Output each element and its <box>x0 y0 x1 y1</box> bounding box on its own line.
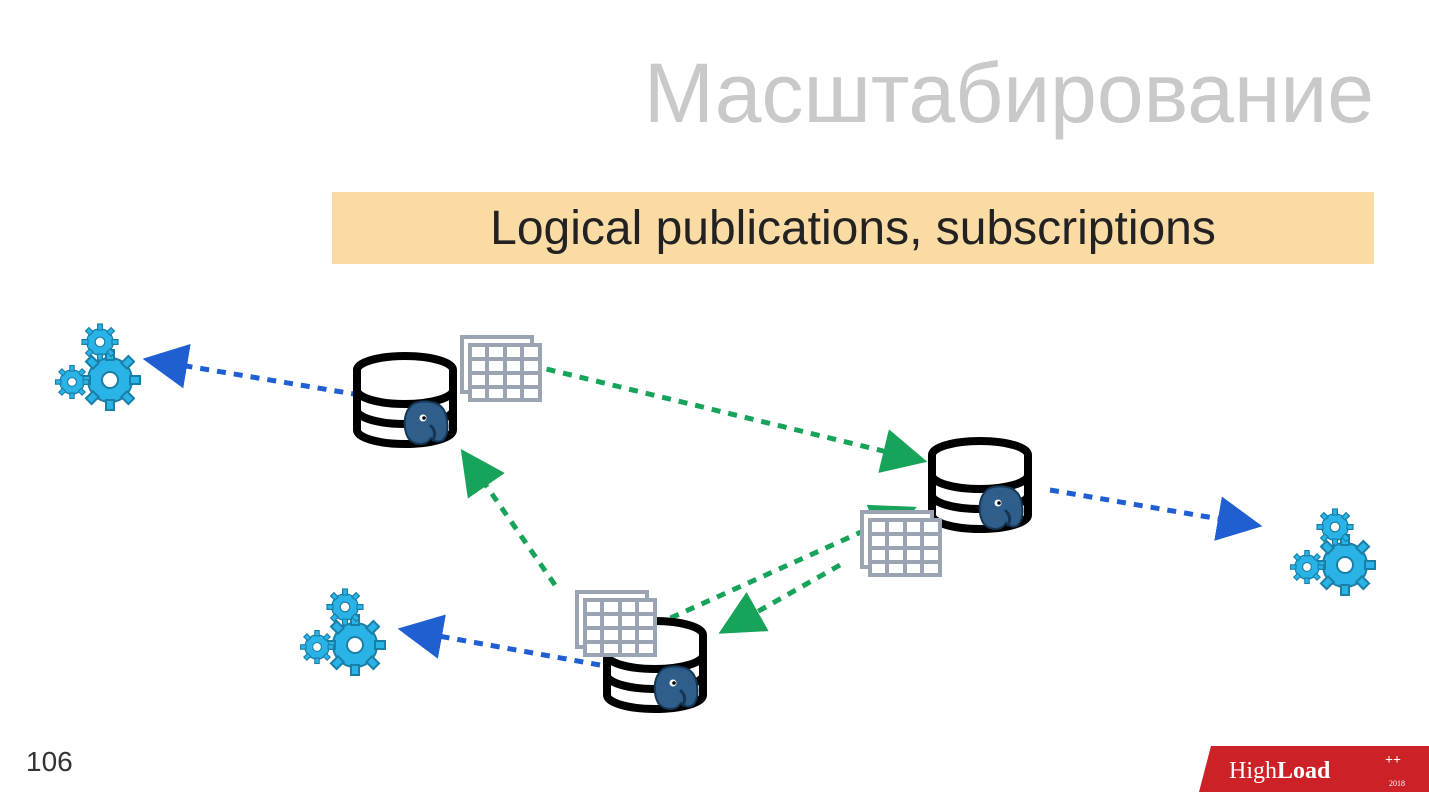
edge-db-mid-gears-bl <box>405 630 600 665</box>
logo-symbol: ++ <box>1385 753 1401 768</box>
highload-logo: HighLoad ++ 2018 <box>1199 744 1429 794</box>
svg-text:HighLoad: HighLoad <box>1229 758 1331 784</box>
logo-bold: Load <box>1277 758 1331 784</box>
edge-tables-mid-db-right <box>655 510 910 625</box>
edge-db-right-gears-r <box>1050 490 1255 525</box>
subtitle-text: Logical publications, subscriptions <box>490 201 1216 256</box>
slide-title: Масштабирование <box>644 45 1374 142</box>
db-icon <box>932 441 1028 529</box>
db-icon <box>357 356 453 444</box>
subtitle-box: Logical publications, subscriptions <box>332 192 1374 264</box>
edge-tables-r-db-mid <box>725 565 840 630</box>
edge-tables-top-db-right <box>530 365 920 460</box>
edge-tables-mid-db-top <box>465 455 555 585</box>
page-number: 106 <box>26 746 73 778</box>
tables-icon <box>862 512 940 575</box>
gears-icon <box>1284 502 1388 608</box>
logo-light: High <box>1229 758 1277 784</box>
logo-year: 2018 <box>1389 779 1405 788</box>
gears-icon <box>49 317 153 423</box>
tables-icon <box>577 592 655 655</box>
edge-db-top-gears-tl <box>150 360 360 395</box>
tables-icon <box>462 337 540 400</box>
gears-icon <box>294 582 398 688</box>
db-icon <box>607 621 703 709</box>
